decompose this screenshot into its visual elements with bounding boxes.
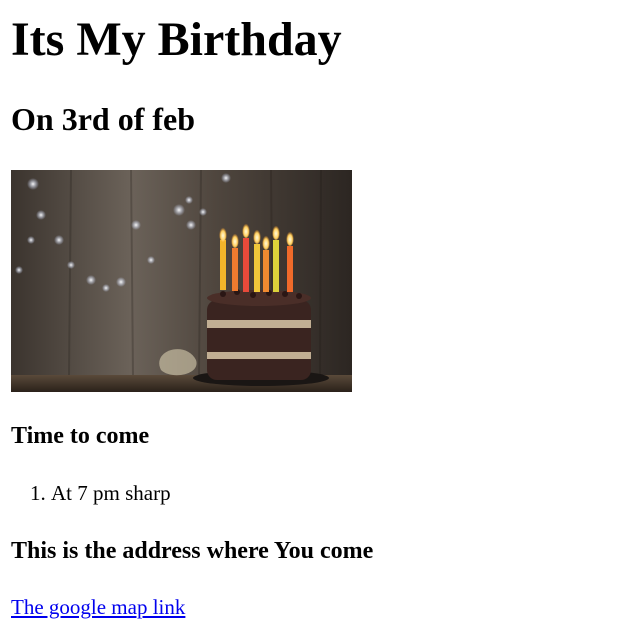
- time-list: At 7 pm sharp: [11, 480, 171, 506]
- time-heading: Time to come: [11, 423, 150, 449]
- time-list-item: At 7 pm sharp: [51, 480, 171, 506]
- page-title: Its My Birthday: [11, 13, 342, 66]
- date-heading: On 3rd of feb: [11, 101, 195, 137]
- birthday-cake-image: [11, 170, 352, 392]
- google-map-link[interactable]: The google map link: [11, 594, 185, 620]
- address-heading: This is the address where You come: [11, 538, 374, 564]
